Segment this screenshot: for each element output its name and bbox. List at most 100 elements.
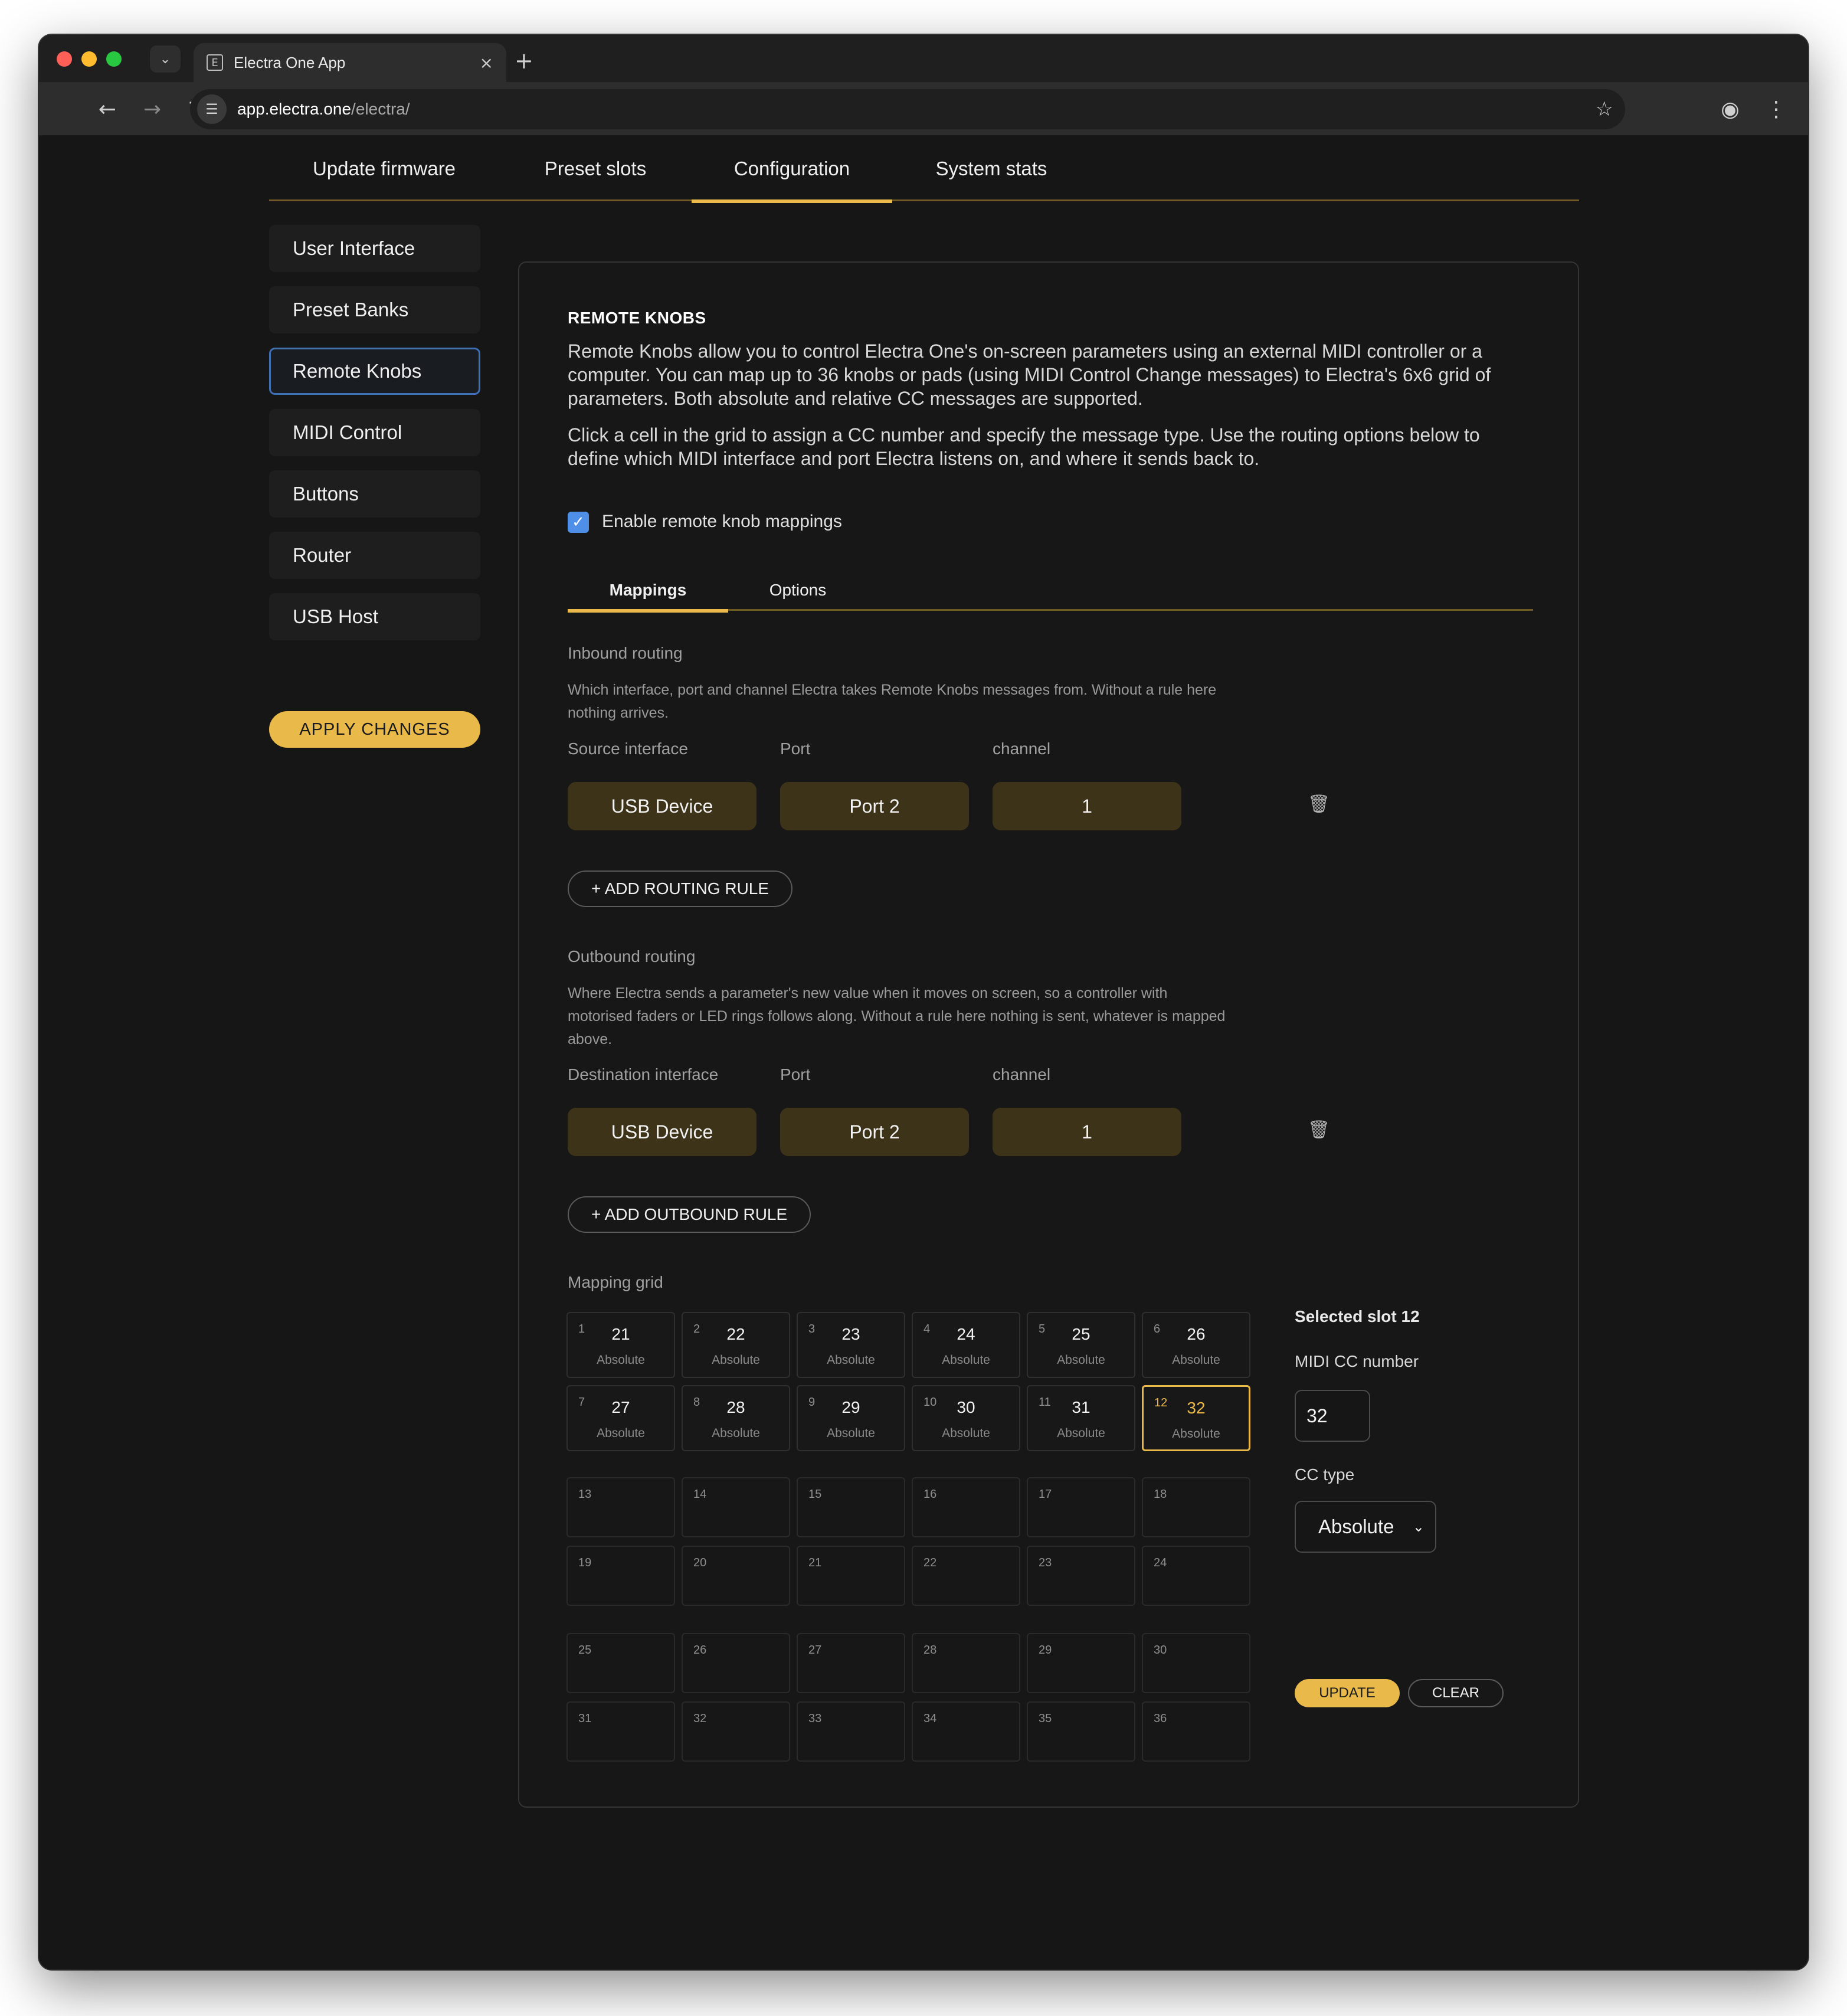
grid-cell[interactable]: 10 30 Absolute	[912, 1385, 1020, 1451]
grid-cell[interactable]: 14	[682, 1477, 790, 1537]
grid-cell-cc-type: Absolute	[1057, 1426, 1105, 1440]
grid-cell[interactable]: 34	[912, 1701, 1020, 1762]
url-path: /electra/	[351, 100, 410, 118]
address-bar[interactable]: ☰ app.electra.one/electra/ ☆	[190, 89, 1625, 129]
midi-cc-number-input[interactable]: 32	[1295, 1390, 1370, 1442]
tab-mappings[interactable]: Mappings	[568, 570, 728, 613]
grid-cell[interactable]: 5 25 Absolute	[1027, 1312, 1135, 1378]
grid-cell-slot-number: 31	[578, 1712, 592, 1725]
star-icon[interactable]: ☆	[1596, 97, 1613, 121]
back-arrow-icon[interactable]: ←	[91, 93, 124, 126]
grid-cell[interactable]: 15	[797, 1477, 905, 1537]
grid-cell[interactable]: 21	[797, 1546, 905, 1606]
grid-cell[interactable]: 25	[566, 1633, 675, 1693]
grid-cell-cc-type: Absolute	[827, 1353, 875, 1367]
grid-cell[interactable]: 26	[682, 1633, 790, 1693]
tab-preset-slots[interactable]: Preset slots	[499, 136, 692, 201]
grid-cell[interactable]: 12 32 Absolute	[1142, 1385, 1250, 1451]
grid-cell[interactable]: 28	[912, 1633, 1020, 1693]
outbound-port-label: Port	[780, 1065, 811, 1084]
grid-cell[interactable]: 36	[1142, 1701, 1250, 1762]
checkmark-icon: ✓	[572, 513, 585, 531]
sidebar-item-usb-host[interactable]: USB Host	[269, 593, 480, 640]
grid-cell[interactable]: 31	[566, 1701, 675, 1762]
grid-cell[interactable]: 19	[566, 1546, 675, 1606]
grid-cell[interactable]: 29	[1027, 1633, 1135, 1693]
grid-cell[interactable]: 3 23 Absolute	[797, 1312, 905, 1378]
grid-cell[interactable]: 30	[1142, 1633, 1250, 1693]
grid-cell-cc-number: 32	[1187, 1399, 1206, 1417]
outbound-channel-select[interactable]: 1	[993, 1108, 1181, 1156]
grid-cell[interactable]: 2 22 Absolute	[682, 1312, 790, 1378]
close-tab-icon[interactable]: ×	[480, 53, 493, 73]
update-button[interactable]: UPDATE	[1295, 1679, 1400, 1707]
apply-changes-button[interactable]: APPLY CHANGES	[269, 711, 480, 748]
outbound-routing-description: Where Electra sends a parameter's new va…	[568, 985, 1226, 1048]
grid-cell[interactable]: 22	[912, 1546, 1020, 1606]
grid-cell[interactable]: 35	[1027, 1701, 1135, 1762]
inbound-channel-select[interactable]: 1	[993, 782, 1181, 830]
tab-update-firmware[interactable]: Update firmware	[269, 136, 499, 201]
grid-cell-cc-type: Absolute	[827, 1426, 875, 1440]
delete-inbound-rule-trash-icon[interactable]: 🗑	[1308, 794, 1330, 814]
outbound-destination-interface-label: Destination interface	[568, 1065, 719, 1084]
inbound-port-select[interactable]: Port 2	[780, 782, 969, 830]
grid-cell-slot-number: 22	[924, 1556, 937, 1569]
site-info-icon[interactable]: ☰	[197, 94, 227, 124]
grid-cell-slot-number: 13	[578, 1488, 592, 1501]
outbound-port-select[interactable]: Port 2	[780, 1108, 969, 1156]
grid-cell[interactable]: 17	[1027, 1477, 1135, 1537]
sidebar-item-preset-banks[interactable]: Preset Banks	[269, 286, 480, 333]
cc-type-select[interactable]: Absolute ⌄	[1295, 1501, 1436, 1553]
clear-button[interactable]: CLEAR	[1408, 1679, 1504, 1707]
description-paragraph-2: Click a cell in the grid to assign a CC …	[568, 424, 1480, 469]
forward-arrow-icon[interactable]: →	[136, 93, 169, 126]
inbound-port-label: Port	[780, 739, 811, 758]
minimize-window-button[interactable]	[81, 51, 97, 67]
browser-tab[interactable]: E Electra One App ×	[194, 43, 506, 82]
sidebar-item-midi-control[interactable]: MIDI Control	[269, 409, 480, 456]
sidebar-item-router[interactable]: Router	[269, 532, 480, 579]
kebab-menu-icon[interactable]: ⋮	[1760, 93, 1793, 126]
grid-cell-cc-number: 23	[841, 1325, 860, 1343]
sidebar-item-remote-knobs[interactable]: Remote Knobs	[269, 348, 480, 395]
electra-favicon-icon: E	[207, 54, 223, 71]
grid-cell[interactable]: 16	[912, 1477, 1020, 1537]
grid-cell[interactable]: 1 21 Absolute	[566, 1312, 675, 1378]
new-tab-plus-icon[interactable]: +	[515, 48, 533, 74]
sidebar-item-user-interface[interactable]: User Interface	[269, 225, 480, 272]
remote-knobs-panel: REMOTE KNOBS Remote Knobs allow you to c…	[518, 261, 1579, 1808]
tab-search-chevron-icon[interactable]: ⌄	[150, 45, 181, 73]
cc-type-selected-value: Absolute	[1318, 1516, 1394, 1537]
grid-cell[interactable]: 4 24 Absolute	[912, 1312, 1020, 1378]
delete-outbound-rule-trash-icon[interactable]: 🗑	[1308, 1120, 1330, 1140]
maximize-window-button[interactable]	[106, 51, 122, 67]
sidebar-item-buttons[interactable]: Buttons	[269, 470, 480, 518]
grid-cell[interactable]: 6 26 Absolute	[1142, 1312, 1250, 1378]
grid-cell[interactable]: 23	[1027, 1546, 1135, 1606]
grid-cell[interactable]: 11 31 Absolute	[1027, 1385, 1135, 1451]
profile-icon[interactable]: ◉	[1714, 93, 1747, 126]
tab-configuration[interactable]: Configuration	[692, 136, 892, 203]
outbound-interface-select[interactable]: USB Device	[568, 1108, 757, 1156]
tab-options[interactable]: Options	[728, 570, 867, 611]
grid-cell[interactable]: 18	[1142, 1477, 1250, 1537]
grid-cell[interactable]: 7 27 Absolute	[566, 1385, 675, 1451]
grid-cell[interactable]: 32	[682, 1701, 790, 1762]
grid-cell[interactable]: 8 28 Absolute	[682, 1385, 790, 1451]
grid-cell[interactable]: 27	[797, 1633, 905, 1693]
add-outbound-rule-button[interactable]: + ADD OUTBOUND RULE	[568, 1196, 811, 1233]
close-window-button[interactable]	[57, 51, 72, 67]
grid-cell[interactable]: 33	[797, 1701, 905, 1762]
grid-cell[interactable]: 9 29 Absolute	[797, 1385, 905, 1451]
grid-cell[interactable]: 13	[566, 1477, 675, 1537]
grid-cell-slot-number: 23	[1039, 1556, 1052, 1569]
add-routing-rule-button[interactable]: + ADD ROUTING RULE	[568, 870, 793, 907]
enable-mappings-label[interactable]: Enable remote knob mappings	[602, 512, 842, 532]
inbound-interface-select[interactable]: USB Device	[568, 782, 757, 830]
grid-cell[interactable]: 24	[1142, 1546, 1250, 1606]
tab-system-stats[interactable]: System stats	[892, 136, 1090, 201]
enable-mappings-checkbox[interactable]: ✓	[568, 512, 589, 533]
description-paragraph-1: Remote Knobs allow you to control Electr…	[568, 341, 1491, 409]
grid-cell[interactable]: 20	[682, 1546, 790, 1606]
